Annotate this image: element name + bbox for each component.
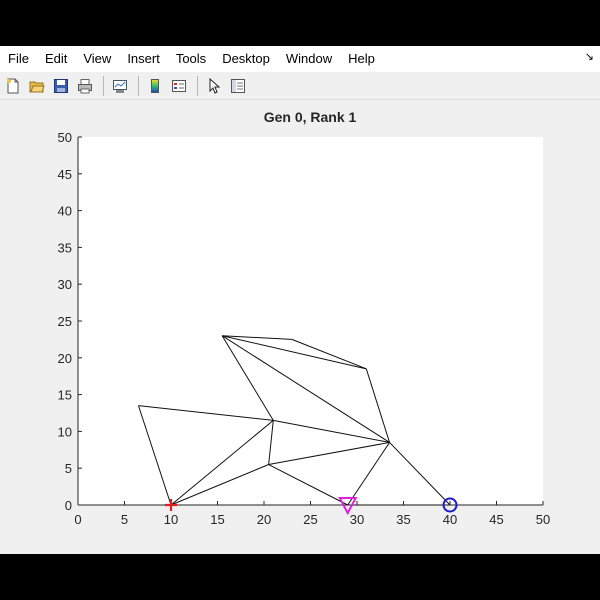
print-icon[interactable] bbox=[75, 76, 95, 96]
y-tick-label: 10 bbox=[58, 424, 72, 439]
x-tick-label: 30 bbox=[350, 512, 364, 527]
y-tick-label: 45 bbox=[58, 167, 72, 182]
menu-view[interactable]: View bbox=[75, 46, 119, 72]
x-tick-label: 0 bbox=[74, 512, 81, 527]
save-icon[interactable] bbox=[51, 76, 71, 96]
new-figure-icon[interactable] bbox=[3, 76, 23, 96]
open-file-icon[interactable] bbox=[27, 76, 47, 96]
property-inspector-icon[interactable] bbox=[228, 76, 248, 96]
colorbar-icon[interactable] bbox=[145, 76, 165, 96]
x-tick-label: 20 bbox=[257, 512, 271, 527]
y-tick-label: 30 bbox=[58, 277, 72, 292]
figure-canvas: Gen 0, Rank 1 0 5 10 15 20 25 30 35 40 45 50 0 5 10 15… bbox=[58, 109, 551, 527]
x-tick-label: 50 bbox=[536, 512, 550, 527]
x-tick-label: 35 bbox=[396, 512, 410, 527]
x-tick-label: 5 bbox=[121, 512, 128, 527]
menu-file[interactable]: File bbox=[0, 46, 37, 72]
y-tick-label: 0 bbox=[65, 498, 72, 513]
legend-icon[interactable] bbox=[169, 76, 189, 96]
pointer-icon[interactable] bbox=[204, 76, 224, 96]
toolbar-separator bbox=[103, 75, 104, 96]
y-tick-label: 25 bbox=[58, 314, 72, 329]
toolbar bbox=[0, 72, 600, 100]
menu-help[interactable]: Help bbox=[340, 46, 383, 72]
toolbar-separator bbox=[197, 75, 198, 96]
x-tick-label: 40 bbox=[443, 512, 457, 527]
y-tick-label: 5 bbox=[65, 461, 72, 476]
y-tick-label: 20 bbox=[58, 351, 72, 366]
x-tick-label: 45 bbox=[489, 512, 503, 527]
x-tick-label: 25 bbox=[303, 512, 317, 527]
menu-edit[interactable]: Edit bbox=[37, 46, 75, 72]
menu-desktop[interactable]: Desktop bbox=[214, 46, 278, 72]
menu-bar: File Edit View Insert Tools Desktop Wind… bbox=[0, 46, 600, 72]
dock-arrow-icon[interactable]: ↘ bbox=[585, 50, 594, 63]
figure-window: File Edit View Insert Tools Desktop Wind… bbox=[0, 46, 600, 554]
y-tick-label: 15 bbox=[58, 388, 72, 403]
chart-title: Gen 0, Rank 1 bbox=[264, 109, 357, 125]
menu-insert[interactable]: Insert bbox=[119, 46, 168, 72]
plot-area[interactable] bbox=[78, 137, 543, 505]
toolbar-separator bbox=[138, 75, 139, 96]
menu-tools[interactable]: Tools bbox=[168, 46, 214, 72]
y-tick-label: 50 bbox=[58, 130, 72, 145]
link-plot-icon[interactable] bbox=[110, 76, 130, 96]
menu-window[interactable]: Window bbox=[278, 46, 340, 72]
y-tick-label: 35 bbox=[58, 240, 72, 255]
x-tick-label: 10 bbox=[164, 512, 178, 527]
x-tick-label: 15 bbox=[210, 512, 224, 527]
y-tick-label: 40 bbox=[58, 204, 72, 219]
